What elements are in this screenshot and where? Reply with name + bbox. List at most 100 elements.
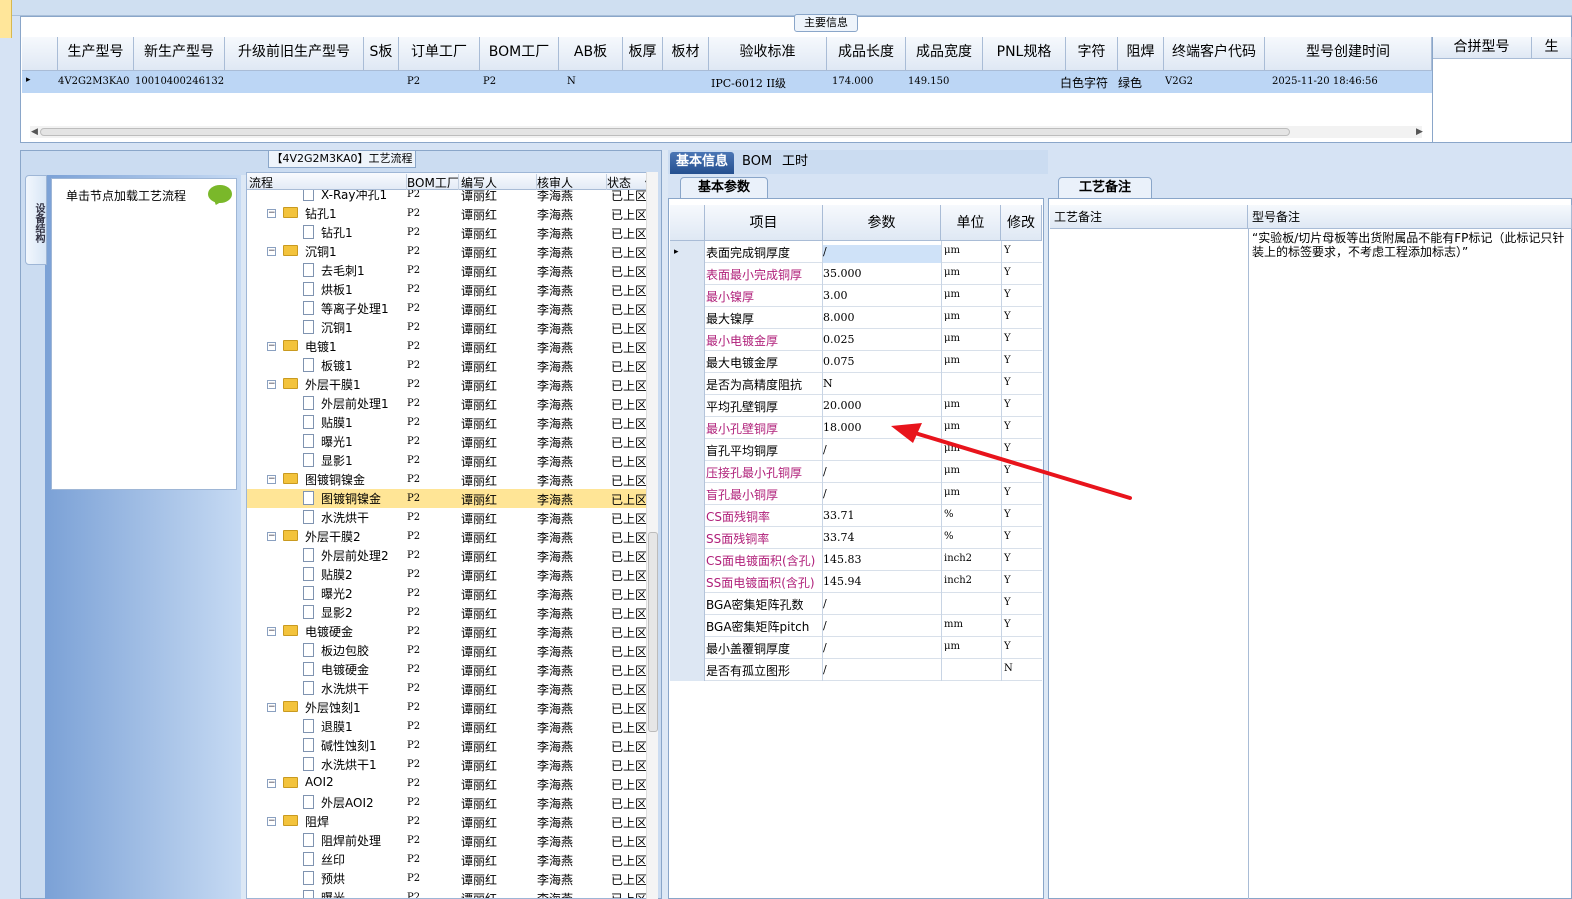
param-row[interactable]: SS面电镀面积(含孔) 145.94 inch2 Y: [670, 571, 1042, 593]
tree-row[interactable]: − 阻焊 P2 谭丽红 李海燕 已上区: [247, 812, 647, 831]
cell-bom-factory[interactable]: P2: [483, 76, 496, 87]
main-col-7[interactable]: 板厚: [623, 37, 663, 71]
main-col-0[interactable]: 生产型号: [58, 37, 134, 71]
tree-row[interactable]: 曝光 P2 谭丽红 李海燕 已上区: [247, 888, 647, 898]
param-row[interactable]: SS面残铜率 33.74% Y: [670, 527, 1042, 549]
param-value[interactable]: /: [823, 245, 941, 263]
tree-row[interactable]: 碱性蚀刻1 P2 谭丽红 李海燕 已上区: [247, 736, 647, 755]
param-value[interactable]: 0.075: [823, 355, 941, 373]
main-grid-row[interactable]: ▸ 4V2G2M3KA0 10010400246132 P2 P2 N IPC-…: [22, 71, 1432, 93]
cell-char[interactable]: 白色字符: [1060, 74, 1108, 91]
tree-row[interactable]: − 沉铜1 P2 谭丽红 李海燕 已上区: [247, 242, 647, 261]
tree-row[interactable]: 等离子处理1 P2 谭丽红 李海燕 已上区: [247, 299, 647, 318]
collapse-icon[interactable]: −: [267, 475, 276, 484]
param-row[interactable]: 是否有孤立图形 / N: [670, 659, 1042, 681]
main-col-10[interactable]: 成品长度: [827, 37, 906, 71]
tree-row[interactable]: 退膜1 P2 谭丽红 李海燕 已上区: [247, 717, 647, 736]
param-row[interactable]: 最小电镀金厚 0.025 μm Y: [670, 329, 1042, 351]
tree-row[interactable]: 外层前处理1 P2 谭丽红 李海燕 已上区: [247, 394, 647, 413]
param-row[interactable]: 最小孔壁铜厚 18.000 μm Y: [670, 417, 1042, 439]
collapse-icon[interactable]: −: [267, 380, 276, 389]
param-value[interactable]: 33.71: [823, 509, 941, 527]
cell-length[interactable]: 174.000: [832, 76, 873, 87]
params-col-3[interactable]: 修改: [1001, 205, 1042, 241]
main-col-13[interactable]: 字符: [1066, 37, 1118, 71]
cell-mask[interactable]: 绿色: [1118, 74, 1142, 91]
param-row[interactable]: CS面残铜率 33.71% Y: [670, 505, 1042, 527]
param-value[interactable]: /: [823, 597, 941, 615]
right-col-1[interactable]: 生: [1532, 37, 1572, 59]
collapse-icon[interactable]: −: [267, 779, 276, 788]
param-value[interactable]: /: [823, 443, 941, 461]
scroll-right-icon[interactable]: ▶: [1416, 127, 1423, 137]
param-row[interactable]: 最大镍厚 8.000 μm Y: [670, 307, 1042, 329]
param-value[interactable]: 8.000: [823, 311, 941, 329]
cell-created[interactable]: 2025-11-20 18:46:56: [1272, 76, 1378, 87]
tree-row[interactable]: 电镀硬金 P2 谭丽红 李海燕 已上区: [247, 660, 647, 679]
load-flow-box[interactable]: 单击节点加载工艺流程: [51, 178, 237, 490]
main-col-3[interactable]: S板: [364, 37, 399, 71]
param-row[interactable]: 最小盖覆铜厚度 / μm Y: [670, 637, 1042, 659]
tree-row[interactable]: 去毛刺1 P2 谭丽红 李海燕 已上区: [247, 261, 647, 280]
params-col-1[interactable]: 参数: [823, 205, 941, 241]
tree-row[interactable]: 曝光2 P2 谭丽红 李海燕 已上区: [247, 584, 647, 603]
cell-new-model[interactable]: 10010400246132: [135, 76, 224, 87]
tree-row[interactable]: 板边包胶 P2 谭丽红 李海燕 已上区: [247, 641, 647, 660]
main-col-9[interactable]: 验收标准: [709, 37, 827, 71]
collapse-icon[interactable]: −: [267, 627, 276, 636]
tree-row[interactable]: 预烘 P2 谭丽红 李海燕 已上区: [247, 869, 647, 888]
tree-row[interactable]: X-Ray冲孔1 P2 谭丽红 李海燕 已上区: [247, 190, 647, 204]
tree-row[interactable]: 贴膜1 P2 谭丽红 李海燕 已上区: [247, 413, 647, 432]
collapse-icon[interactable]: −: [267, 209, 276, 218]
param-row[interactable]: BGA密集矩阵孔数 / Y: [670, 593, 1042, 615]
left-mid-splitter[interactable]: [662, 150, 668, 899]
main-col-8[interactable]: 板材: [663, 37, 709, 71]
param-value[interactable]: 145.83: [823, 553, 941, 571]
main-col-14[interactable]: 阻焊: [1118, 37, 1164, 71]
cell-prod-model[interactable]: 4V2G2M3KA0: [58, 76, 130, 87]
tree-row[interactable]: − 外层蚀刻1 P2 谭丽红 李海燕 已上区: [247, 698, 647, 717]
collapse-icon[interactable]: −: [267, 247, 276, 256]
tree-row[interactable]: − AOI2 P2 谭丽红 李海燕 已上区: [247, 774, 647, 793]
tree-row[interactable]: − 图镀铜镍金 P2 谭丽红 李海燕 已上区: [247, 470, 647, 489]
tree-row[interactable]: 板镀1 P2 谭丽红 李海燕 已上区: [247, 356, 647, 375]
cell-width[interactable]: 149.150: [908, 76, 949, 87]
main-col-16[interactable]: 型号创建时间: [1265, 37, 1432, 71]
tree-col-3[interactable]: 核审人: [537, 174, 607, 190]
cell-ab-board[interactable]: N: [567, 76, 576, 87]
param-value[interactable]: N: [823, 377, 941, 395]
scroll-left-icon[interactable]: ◀: [31, 127, 38, 137]
main-col-6[interactable]: AB板: [559, 37, 623, 71]
tree-row[interactable]: 阻焊前处理 P2 谭丽红 李海燕 已上区: [247, 831, 647, 850]
tree-row[interactable]: 显影2 P2 谭丽红 李海燕 已上区: [247, 603, 647, 622]
tab-mid-1[interactable]: BOM: [736, 152, 778, 174]
tab-process-remarks[interactable]: 工艺备注: [1058, 177, 1152, 199]
param-value[interactable]: /: [823, 487, 941, 505]
param-row[interactable]: 表面最小完成铜厚 35.000 μm Y: [670, 263, 1042, 285]
tree-row[interactable]: 水洗烘干 P2 谭丽红 李海燕 已上区: [247, 679, 647, 698]
main-col-2[interactable]: 升级前旧生产型号: [225, 37, 364, 71]
param-value[interactable]: /: [823, 465, 941, 483]
tree-row[interactable]: 曝光1 P2 谭丽红 李海燕 已上区: [247, 432, 647, 451]
main-col-15[interactable]: 终端客户代码: [1164, 37, 1265, 71]
param-row[interactable]: 最大电镀金厚 0.075 μm Y: [670, 351, 1042, 373]
param-row[interactable]: 压接孔最小孔铜厚 / μm Y: [670, 461, 1042, 483]
param-row[interactable]: 最小镍厚 3.00 μm Y: [670, 285, 1042, 307]
tree-row[interactable]: − 外层干膜1 P2 谭丽红 李海燕 已上区: [247, 375, 647, 394]
tab-basic-params[interactable]: 基本参数: [680, 177, 768, 199]
collapse-icon[interactable]: −: [267, 342, 276, 351]
tree-row[interactable]: 水洗烘干1 P2 谭丽红 李海燕 已上区: [247, 755, 647, 774]
tree-row[interactable]: − 电镀硬金 P2 谭丽红 李海燕 已上区: [247, 622, 647, 641]
param-value[interactable]: 35.000: [823, 267, 941, 285]
tab-mid-2[interactable]: 工时: [776, 152, 814, 174]
param-value[interactable]: 20.000: [823, 399, 941, 417]
param-value[interactable]: /: [823, 641, 941, 659]
tree-row[interactable]: 钻孔1 P2 谭丽红 李海燕 已上区: [247, 223, 647, 242]
tab-mid-0[interactable]: 基本信息: [670, 152, 735, 174]
main-col-4[interactable]: 订单工厂: [399, 37, 480, 71]
tree-row[interactable]: 图镀铜镍金 P2 谭丽红 李海燕 已上区: [247, 489, 647, 508]
param-row[interactable]: 盲孔最小铜厚 / μm Y: [670, 483, 1042, 505]
tree-row[interactable]: 沉铜1 P2 谭丽红 李海燕 已上区: [247, 318, 647, 337]
collapse-icon[interactable]: −: [267, 703, 276, 712]
param-row[interactable]: 平均孔壁铜厚 20.000 μm Y: [670, 395, 1042, 417]
